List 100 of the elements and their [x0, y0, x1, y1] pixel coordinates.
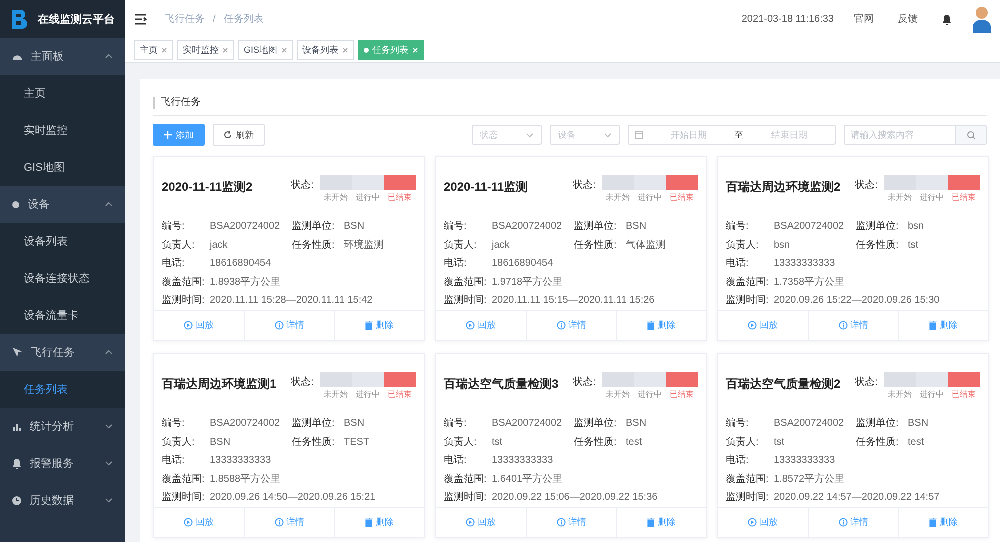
close-icon[interactable] — [162, 48, 167, 52]
chevron-icon — [105, 424, 113, 429]
card-title: 百瑞达周边环境监测1 — [162, 376, 278, 393]
field-label: 电话: — [444, 454, 468, 468]
field-value: jack — [492, 238, 511, 253]
info-icon — [838, 321, 848, 330]
add-button[interactable]: 添加 — [153, 124, 205, 146]
delete-button[interactable]: 删除 — [334, 311, 424, 340]
close-icon[interactable] — [342, 48, 348, 52]
delete-button[interactable]: 删除 — [616, 311, 706, 340]
play-circle-icon — [748, 321, 757, 330]
date-range-field[interactable]: 开始日期 至 结束日期 — [628, 125, 836, 145]
menu-item[interactable]: 设备流量卡 — [0, 297, 125, 334]
trash-icon — [647, 321, 655, 330]
replay-button[interactable]: 回放 — [718, 508, 808, 537]
field-label: 监测单位: — [856, 416, 900, 431]
replay-button[interactable]: 回放 — [436, 311, 526, 340]
field-label: 负责人: — [726, 436, 760, 450]
status-label: 状态: — [573, 178, 596, 192]
menu-group[interactable]: 主面板 — [0, 38, 125, 75]
header-link[interactable]: 官网 — [854, 12, 874, 26]
trash-icon — [365, 518, 373, 527]
chevron-icon — [105, 350, 113, 355]
field-value: BSA200724002 — [210, 417, 282, 431]
details-button[interactable]: 详情 — [808, 508, 898, 537]
menu-group[interactable]: 设备 — [0, 186, 125, 223]
details-button[interactable]: 详情 — [808, 311, 898, 340]
field-label: 电话: — [444, 256, 468, 272]
details-button[interactable]: 详情 — [526, 508, 616, 537]
menu-group[interactable]: 统计分析 — [0, 408, 125, 445]
menu-icon[interactable] — [135, 14, 147, 24]
info-icon — [556, 321, 566, 330]
field-label: 编号: — [444, 416, 468, 431]
refresh-icon — [224, 131, 232, 139]
field-value: 1.7358平方公里 — [774, 276, 846, 290]
field-value: BSN — [908, 417, 930, 431]
status-stage-label: 已结束 — [951, 192, 977, 203]
menu-item[interactable]: 主页 — [0, 75, 125, 112]
field-label: 电话: — [162, 454, 186, 468]
replay-button[interactable]: 回放 — [718, 311, 808, 340]
menu-item[interactable]: 任务列表 — [0, 371, 125, 408]
bell-icon[interactable] — [942, 14, 952, 24]
menu-group[interactable]: 历史数据 — [0, 482, 125, 519]
status-stage-label: 未开始 — [605, 389, 631, 400]
field-value: tst — [492, 436, 504, 450]
field-value: 2020.09.26 14:50—2020.09.26 15:21 — [210, 491, 377, 506]
page-tab[interactable]: 实时监控 — [177, 40, 234, 60]
search-button[interactable] — [955, 126, 986, 144]
page-tab[interactable]: GIS地图 — [238, 40, 293, 60]
device-select[interactable]: 设备 — [550, 125, 620, 145]
avatar[interactable] — [972, 5, 992, 33]
refresh-button[interactable]: 刷新 — [213, 124, 265, 146]
replay-button[interactable]: 回放 — [154, 508, 244, 537]
details-button[interactable]: 详情 — [244, 311, 334, 340]
delete-button[interactable]: 删除 — [334, 508, 424, 537]
menu-item[interactable]: 设备连接状态 — [0, 260, 125, 297]
alarm-icon — [12, 458, 22, 469]
delete-button[interactable]: 删除 — [898, 508, 988, 537]
field-label: 监测单位: — [856, 220, 900, 234]
details-button[interactable]: 详情 — [244, 508, 334, 537]
details-button[interactable]: 详情 — [526, 311, 616, 340]
delete-button[interactable]: 删除 — [616, 508, 706, 537]
field-value: 13333333333 — [774, 257, 836, 272]
field-value: 1.6401平方公里 — [492, 472, 564, 487]
close-icon[interactable] — [282, 48, 287, 52]
clock-icon — [12, 496, 22, 506]
replay-button[interactable]: 回放 — [436, 508, 526, 537]
page-tab[interactable]: 主页 — [134, 40, 173, 60]
field-label: 监测单位: — [292, 416, 336, 431]
field-value: test — [626, 436, 644, 450]
menu-item[interactable]: GIS地图 — [0, 149, 125, 186]
status-select[interactable]: 状态 — [472, 125, 542, 145]
field-value: 1.9718平方公里 — [492, 276, 564, 290]
menu-group[interactable]: 报警服务 — [0, 445, 125, 482]
search-field[interactable]: 请输入搜索内容 — [844, 125, 987, 145]
breadcrumb-item[interactable]: 任务列表 — [224, 12, 264, 26]
header-link[interactable]: 反馈 — [898, 12, 918, 26]
field-label: 编号: — [444, 220, 468, 234]
delete-button[interactable]: 删除 — [898, 311, 988, 340]
play-circle-icon — [184, 518, 193, 527]
breadcrumb-item[interactable]: 飞行任务 — [165, 12, 205, 26]
field-value: 1.8572平方公里 — [774, 472, 846, 487]
page-tab[interactable]: 设备列表 — [296, 40, 354, 60]
close-icon[interactable] — [223, 48, 228, 52]
chevron-icon — [105, 202, 113, 207]
status-stage-label: 进行中 — [355, 192, 381, 203]
trash-icon — [929, 518, 937, 527]
card-title: 百瑞达周边环境监测2 — [726, 179, 842, 196]
status-stage-label: 已结束 — [387, 389, 413, 400]
field-label: 监测时间: — [726, 490, 770, 506]
menu-item[interactable]: 设备列表 — [0, 223, 125, 260]
page-tab[interactable]: 任务列表 — [358, 40, 424, 60]
field-value: 环境监测 — [344, 238, 385, 253]
menu-item[interactable]: 实时监控 — [0, 112, 125, 149]
field-label: 电话: — [162, 256, 186, 272]
field-label: 负责人: — [162, 436, 196, 450]
menu-group[interactable]: 飞行任务 — [0, 334, 125, 371]
field-label: 任务性质: — [856, 436, 900, 450]
replay-button[interactable]: 回放 — [154, 311, 244, 340]
status-stage-label: 进行中 — [919, 389, 945, 400]
